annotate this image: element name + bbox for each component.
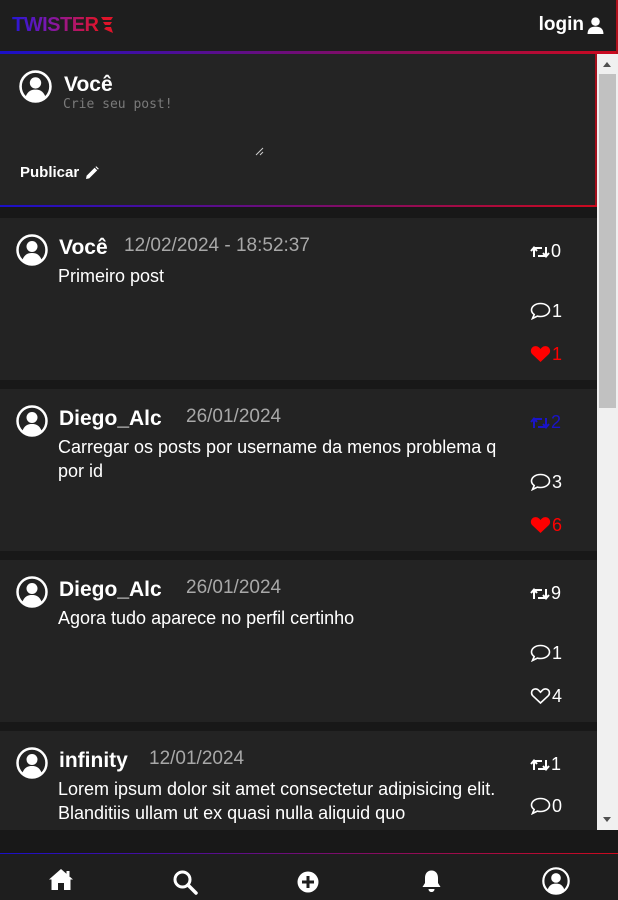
post-date: 26/01/2024	[186, 406, 282, 427]
post-date: 26/01/2024	[186, 577, 282, 598]
feed[interactable]: Você Publicar Você 12/02/2024 - 18:52:37…	[0, 54, 597, 830]
post-date: 12/02/2024 - 18:52:37	[124, 235, 310, 256]
comment-icon	[530, 644, 551, 662]
avatar-icon[interactable]	[16, 576, 48, 608]
plus-circle-icon[interactable]	[297, 871, 319, 893]
post-author[interactable]: Você	[59, 236, 108, 260]
pencil-icon	[86, 165, 99, 179]
post-text: Carregar os posts por username da menos …	[58, 437, 497, 481]
heart-filled-icon	[530, 346, 551, 362]
logo-text: TWISTER	[12, 13, 99, 36]
feed-scrollbar[interactable]	[597, 54, 618, 830]
retweet-icon	[530, 416, 550, 430]
post-author[interactable]: Diego_Alc	[59, 407, 162, 431]
retweet-icon	[530, 587, 550, 601]
login-button[interactable]: login	[539, 14, 604, 36]
comment-count: 0	[552, 796, 563, 816]
retweet-button[interactable]: 9	[530, 584, 561, 602]
logo[interactable]: TWISTER	[12, 13, 114, 37]
comment-count: 3	[552, 472, 563, 492]
bottom-nav-divider	[0, 853, 618, 854]
post-text: Agora tudo aparece no perfil certinho	[58, 608, 355, 628]
retweet-button[interactable]: 2	[530, 413, 561, 431]
post-composer: Você Publicar	[0, 54, 597, 207]
composer-divider	[0, 205, 597, 207]
retweet-icon	[530, 245, 550, 259]
retweet-icon	[530, 758, 550, 772]
post-text: Lorem ipsum dolor sit amet consectetur a…	[58, 779, 496, 823]
heart-outline-icon	[530, 688, 551, 705]
comment-icon	[530, 473, 551, 491]
user-circle-icon[interactable]	[542, 867, 570, 895]
retweet-button[interactable]: 0	[530, 242, 561, 260]
home-icon[interactable]	[48, 868, 74, 891]
logo-mark-icon	[100, 17, 113, 33]
comment-count: 1	[552, 301, 563, 321]
bell-icon[interactable]	[421, 869, 442, 893]
post-input[interactable]	[63, 97, 265, 157]
post-card: Diego_Alc 26/01/2024 Agora tudo aparece …	[0, 560, 597, 722]
scrollbar-thumb[interactable]	[599, 74, 616, 408]
avatar-icon[interactable]	[16, 405, 48, 437]
comment-button[interactable]: 3	[530, 473, 562, 491]
search-icon[interactable]	[172, 869, 198, 895]
post-text: Primeiro post	[58, 266, 165, 286]
bottom-nav	[0, 853, 618, 900]
user-icon	[587, 16, 604, 34]
composer-name: Você	[64, 73, 113, 96]
post-card: Diego_Alc 26/01/2024 Carregar os posts p…	[0, 389, 597, 551]
retweet-button[interactable]: 1	[530, 755, 561, 773]
heart-filled-icon	[530, 517, 551, 533]
post-date: 12/01/2024	[149, 748, 245, 769]
comment-count: 1	[552, 643, 563, 663]
comment-icon	[530, 797, 551, 815]
avatar-icon	[19, 70, 52, 103]
retweet-count: 9	[551, 583, 562, 603]
avatar-icon[interactable]	[16, 747, 48, 779]
comment-button[interactable]: 0	[530, 797, 562, 815]
resize-handle-icon[interactable]	[255, 147, 264, 156]
post-author[interactable]: infinity	[59, 749, 128, 773]
publish-button[interactable]: Publicar	[20, 164, 99, 181]
retweet-count: 1	[551, 754, 562, 774]
publish-label: Publicar	[20, 164, 80, 181]
avatar-icon[interactable]	[16, 234, 48, 266]
post-author[interactable]: Diego_Alc	[59, 578, 162, 602]
comment-icon	[530, 302, 551, 320]
retweet-count: 2	[551, 412, 562, 432]
comment-button[interactable]: 1	[530, 644, 562, 662]
login-label: login	[538, 14, 584, 35]
like-count: 6	[552, 515, 563, 535]
top-bar: TWISTER login	[0, 0, 618, 54]
post-card: Você 12/02/2024 - 18:52:37 Primeiro post…	[0, 218, 597, 380]
like-button[interactable]: 4	[530, 687, 562, 705]
scroll-up-arrow-icon[interactable]	[603, 62, 611, 67]
like-button[interactable]: 1	[530, 345, 562, 363]
like-count: 4	[552, 686, 563, 706]
like-button[interactable]: 6	[530, 516, 562, 534]
comment-button[interactable]: 1	[530, 302, 562, 320]
post-card: infinity 12/01/2024 Lorem ipsum dolor si…	[0, 731, 597, 830]
retweet-count: 0	[551, 241, 562, 261]
like-count: 1	[552, 344, 563, 364]
scroll-down-arrow-icon[interactable]	[603, 817, 611, 822]
